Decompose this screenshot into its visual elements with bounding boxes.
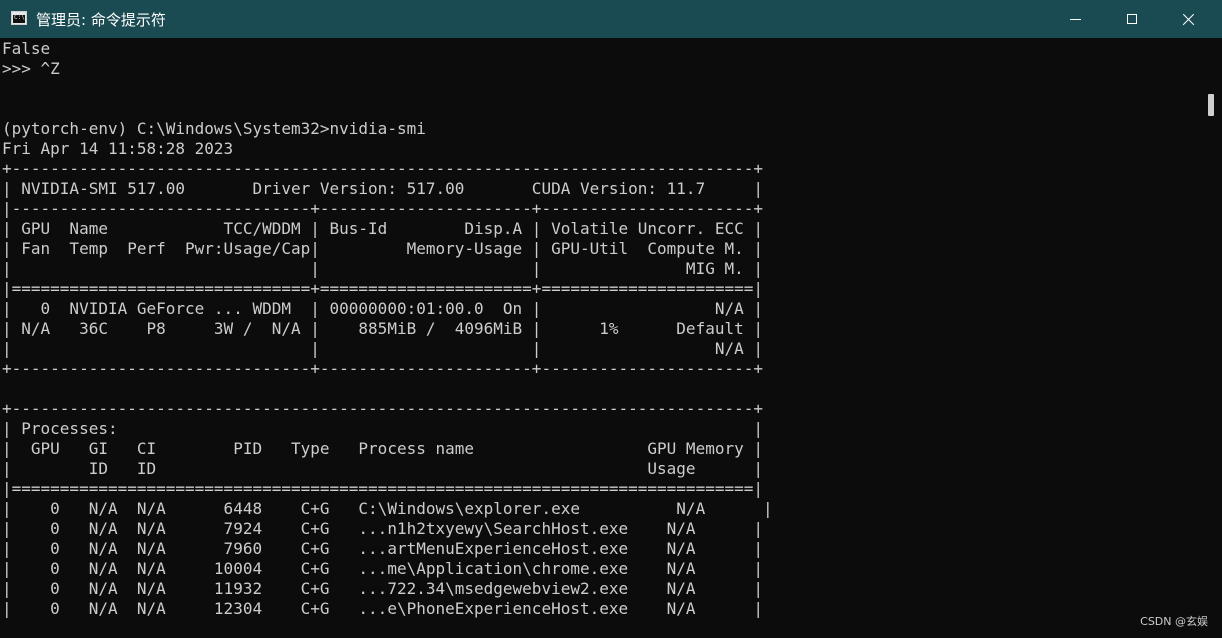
cmd-icon[interactable] — [11, 11, 27, 25]
vertical-scrollbar[interactable] — [1203, 39, 1222, 638]
console-line: | | | N/A | — [2, 339, 763, 358]
console-output[interactable]: False >>> ^Z (pytorch-env) C:\Windows\Syst… — [2, 39, 1202, 638]
console-line: | 0 N/A N/A 7924 C+G ...n1h2txyewy\Searc… — [2, 519, 763, 538]
cmd-window: 管理员: 命令提示符 False>>> ^Z (pytorch-env) C:\W… — [0, 0, 1222, 638]
console-line: | N/A 36C P8 3W / N/A | 885MiB / 4096MiB… — [2, 319, 763, 338]
close-icon[interactable] — [1160, 0, 1216, 38]
console-line: | Processes: | — [2, 419, 763, 438]
console-line: +---------------------------------------… — [2, 159, 763, 178]
console-line: | 0 NVIDIA GeForce ... WDDM | 00000000:0… — [2, 299, 763, 318]
console-line: >>> ^Z — [2, 59, 60, 78]
console-line: | 0 N/A N/A 10004 C+G ...me\Application\… — [2, 559, 763, 578]
console-line: | 0 N/A N/A 7960 C+G ...artMenuExperienc… — [2, 539, 763, 558]
console-line: False — [2, 39, 51, 58]
minimize-icon[interactable] — [1048, 0, 1104, 38]
console-line: |-------------------------------+-------… — [2, 199, 763, 218]
console-line: +-------------------------------+-------… — [2, 359, 763, 378]
console-line: | Fan Temp Perf Pwr:Usage/Cap| Memory-Us… — [2, 239, 763, 258]
console-line: | 0 N/A N/A 12304 C+G ...e\PhoneExperien… — [2, 599, 763, 618]
console-line: | ID ID Usage | — [2, 459, 763, 478]
console-text: False >>> ^Z (pytorch-env) C:\Windows\Syst… — [2, 39, 1202, 619]
window-title: 管理员: 命令提示符 — [36, 11, 166, 29]
console-line: +---------------------------------------… — [2, 399, 763, 418]
console-line: |=======================================… — [2, 479, 763, 498]
title-bar[interactable]: 管理员: 命令提示符 — [0, 0, 1222, 38]
console-line: |===============================+=======… — [2, 279, 763, 298]
console-line: | NVIDIA-SMI 517.00 Driver Version: 517.… — [2, 179, 763, 198]
maximize-icon[interactable] — [1104, 0, 1160, 38]
console-line: | GPU Name TCC/WDDM | Bus-Id Disp.A | Vo… — [2, 219, 763, 238]
console-line: | 0 N/A N/A 6448 C+G C:\Windows\explorer… — [2, 499, 773, 518]
console-line: | GPU GI CI PID Type Process name GPU Me… — [2, 439, 763, 458]
console-line: | | | MIG M. | — [2, 259, 763, 278]
watermark: CSDN @玄娱 — [1140, 615, 1208, 628]
scrollbar-thumb[interactable] — [1208, 94, 1214, 116]
console-line: (pytorch-env) C:\Windows\System32>nvidia… — [2, 119, 426, 138]
console-line: | 0 N/A N/A 11932 C+G ...722.34\msedgewe… — [2, 579, 763, 598]
console-line: Fri Apr 14 11:58:28 2023 — [2, 139, 234, 158]
